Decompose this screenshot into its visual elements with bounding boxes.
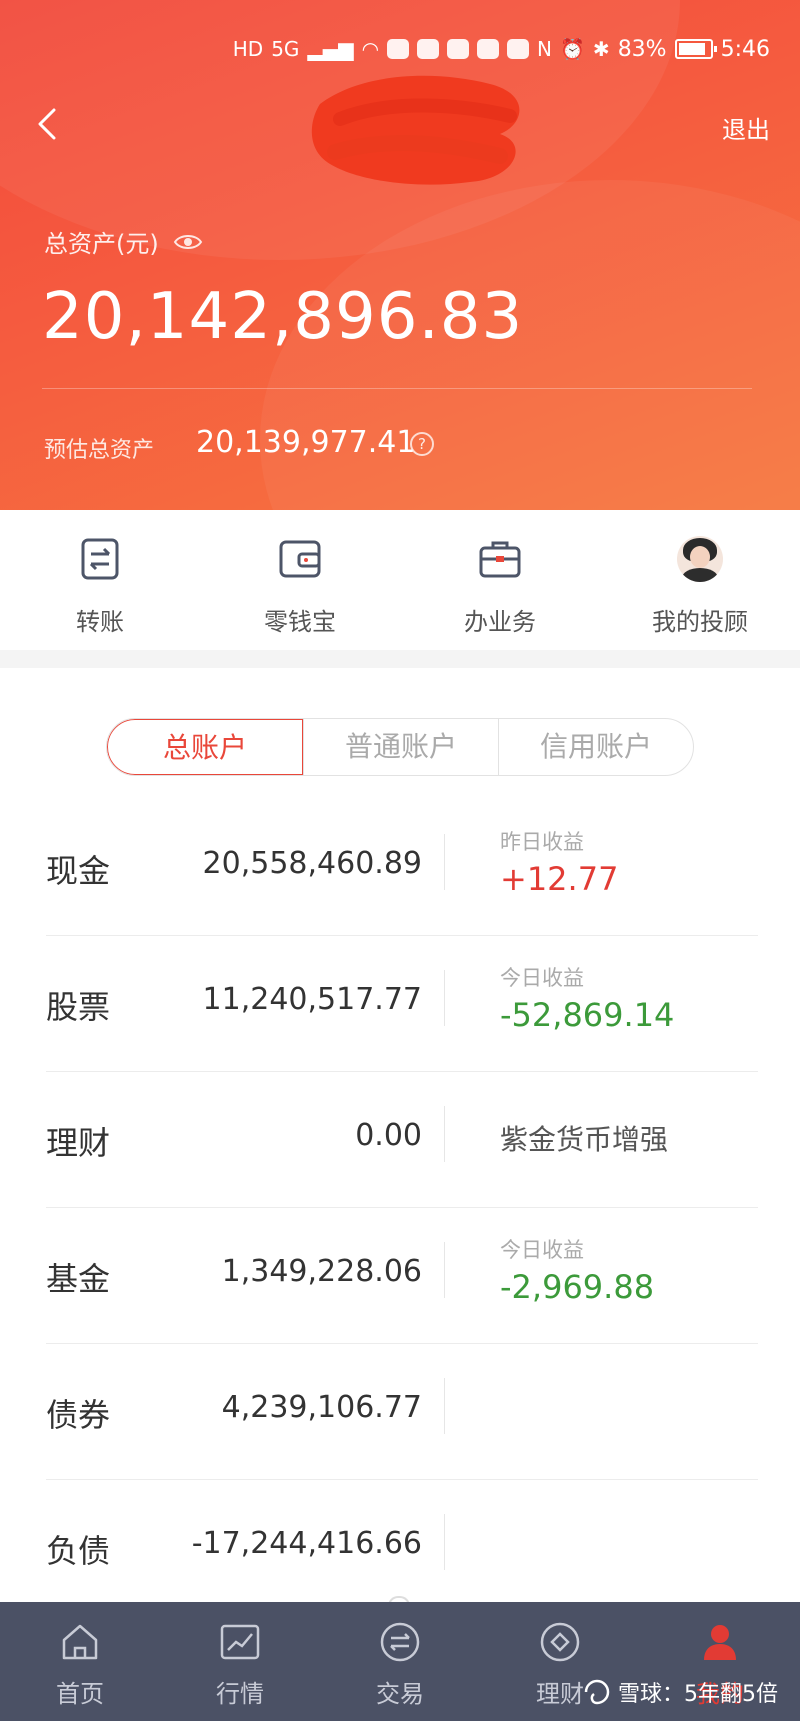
transfer-icon xyxy=(75,534,125,584)
redacted-username xyxy=(311,75,520,185)
nfc-icon: N xyxy=(537,37,553,61)
account-row-funds[interactable]: 基金 1,349,228.06 今日收益 -2,969.88 xyxy=(46,1208,758,1344)
divider xyxy=(444,834,445,890)
nav-market[interactable]: 行情 xyxy=(160,1602,320,1721)
tab-credit-account[interactable]: 信用账户 xyxy=(498,719,693,775)
account-tabs: 总账户 普通账户 信用账户 xyxy=(106,718,694,776)
quick-action-wallet[interactable]: 零钱宝 xyxy=(200,510,400,650)
quick-action-label: 办业务 xyxy=(464,608,536,636)
account-row-stocks[interactable]: 股票 11,240,517.77 今日收益 -52,869.14 xyxy=(46,936,758,1072)
nav-label: 交易 xyxy=(376,1680,424,1708)
account-amount: -17,244,416.66 xyxy=(191,1526,422,1561)
clock: 5:46 xyxy=(720,36,770,62)
income-value: -52,869.14 xyxy=(500,996,675,1034)
avatar xyxy=(677,536,723,582)
section-separator xyxy=(0,650,800,668)
income-label: 今日收益 xyxy=(500,1238,584,1262)
tab-total-account[interactable]: 总账户 xyxy=(107,719,303,775)
nav-trade[interactable]: 交易 xyxy=(320,1602,480,1721)
income-label: 今日收益 xyxy=(500,966,584,990)
total-assets-label-row: 总资产(元) xyxy=(44,224,203,259)
total-assets-value: 20,142,896.83 xyxy=(42,280,524,354)
wifi-icon: ◠ xyxy=(361,37,380,61)
account-name: 基金 xyxy=(46,1260,111,1298)
nav-label: 理财 xyxy=(536,1680,584,1708)
app-notification-icon xyxy=(447,39,470,59)
battery-icon xyxy=(674,39,717,59)
signal-icon: ▂▄▆ xyxy=(307,37,354,61)
tab-normal-account[interactable]: 普通账户 xyxy=(303,719,498,775)
divider xyxy=(444,1242,445,1298)
account-name: 负债 xyxy=(46,1532,111,1570)
account-amount: 1,349,228.06 xyxy=(221,1254,422,1289)
exchange-icon xyxy=(378,1620,422,1664)
quick-action-label: 转账 xyxy=(76,608,124,636)
account-row-wealth[interactable]: 理财 0.00 紫金货币增强 xyxy=(46,1072,758,1208)
watermark-text: 雪球：5年翻5倍 xyxy=(618,1682,778,1707)
message-icon xyxy=(477,39,500,59)
back-button[interactable] xyxy=(30,104,66,144)
alarm-icon: ⏰ xyxy=(560,37,585,61)
profile-icon xyxy=(698,1620,742,1664)
help-icon[interactable]: ? xyxy=(410,432,434,456)
chevron-left-icon xyxy=(38,108,56,140)
account-list: 现金 20,558,460.89 昨日收益 +12.77 股票 11,240,5… xyxy=(46,800,758,1616)
income-label: 昨日收益 xyxy=(500,830,584,854)
network-generation: 5G xyxy=(271,37,300,61)
quick-action-business[interactable]: 办业务 xyxy=(400,510,600,650)
quick-action-transfer[interactable]: 转账 xyxy=(0,510,200,650)
account-name: 现金 xyxy=(46,852,111,890)
bluetooth-icon: ✱ xyxy=(592,37,610,61)
account-name: 债券 xyxy=(46,1396,111,1434)
account-name: 股票 xyxy=(46,988,111,1026)
chart-icon xyxy=(218,1620,262,1664)
quick-action-label: 零钱宝 xyxy=(264,608,336,636)
divider xyxy=(444,1514,445,1570)
diamond-icon xyxy=(538,1620,582,1664)
nav-label: 行情 xyxy=(216,1680,264,1708)
estimated-assets-value: 20,139,977.41 xyxy=(196,425,416,460)
asset-header: HD 5G ▂▄▆ ◠ N ⏰ ✱ 83% 5:46 退出 总资产(元) 20,… xyxy=(0,0,800,510)
total-assets-label: 总资产(元) xyxy=(44,230,159,258)
battery-percent: 83% xyxy=(617,36,667,62)
estimated-assets-label: 预估总资产 xyxy=(44,438,155,463)
wallet-icon xyxy=(275,534,325,584)
account-amount: 20,558,460.89 xyxy=(202,846,422,881)
account-row-bonds[interactable]: 债券 4,239,106.77 xyxy=(46,1344,758,1480)
account-name: 理财 xyxy=(46,1124,111,1162)
divider xyxy=(444,1378,445,1434)
eye-icon[interactable] xyxy=(173,232,203,252)
home-icon xyxy=(58,1620,102,1664)
briefcase-icon xyxy=(475,534,525,584)
app-notification-icon xyxy=(417,39,440,59)
snowball-logo-icon xyxy=(582,1677,612,1707)
nav-home[interactable]: 首页 xyxy=(0,1602,160,1721)
account-amount: 4,239,106.77 xyxy=(221,1390,422,1425)
message-icon xyxy=(507,39,530,59)
watermark: 雪球：5年翻5倍 xyxy=(582,1676,778,1708)
account-amount: 0.00 xyxy=(355,1118,422,1153)
quick-action-advisor[interactable]: 我的投顾 xyxy=(600,510,800,650)
divider xyxy=(42,388,752,389)
income-value: +12.77 xyxy=(500,860,619,898)
divider xyxy=(444,970,445,1026)
income-value: -2,969.88 xyxy=(500,1268,655,1306)
account-row-cash[interactable]: 现金 20,558,460.89 昨日收益 +12.77 xyxy=(46,800,758,936)
account-amount: 11,240,517.77 xyxy=(202,982,422,1017)
chat-icon xyxy=(387,39,410,59)
hd-indicator: HD xyxy=(232,37,264,61)
quick-action-label: 我的投顾 xyxy=(652,608,748,636)
logout-button[interactable]: 退出 xyxy=(722,110,770,145)
status-bar: HD 5G ▂▄▆ ◠ N ⏰ ✱ 83% 5:46 xyxy=(233,34,770,64)
divider xyxy=(444,1106,445,1162)
nav-label: 首页 xyxy=(56,1680,104,1708)
quick-actions: 转账 零钱宝 办业务 我的投顾 xyxy=(0,510,800,650)
product-name: 紫金货币增强 xyxy=(500,1123,669,1156)
advisor-avatar xyxy=(675,534,725,584)
